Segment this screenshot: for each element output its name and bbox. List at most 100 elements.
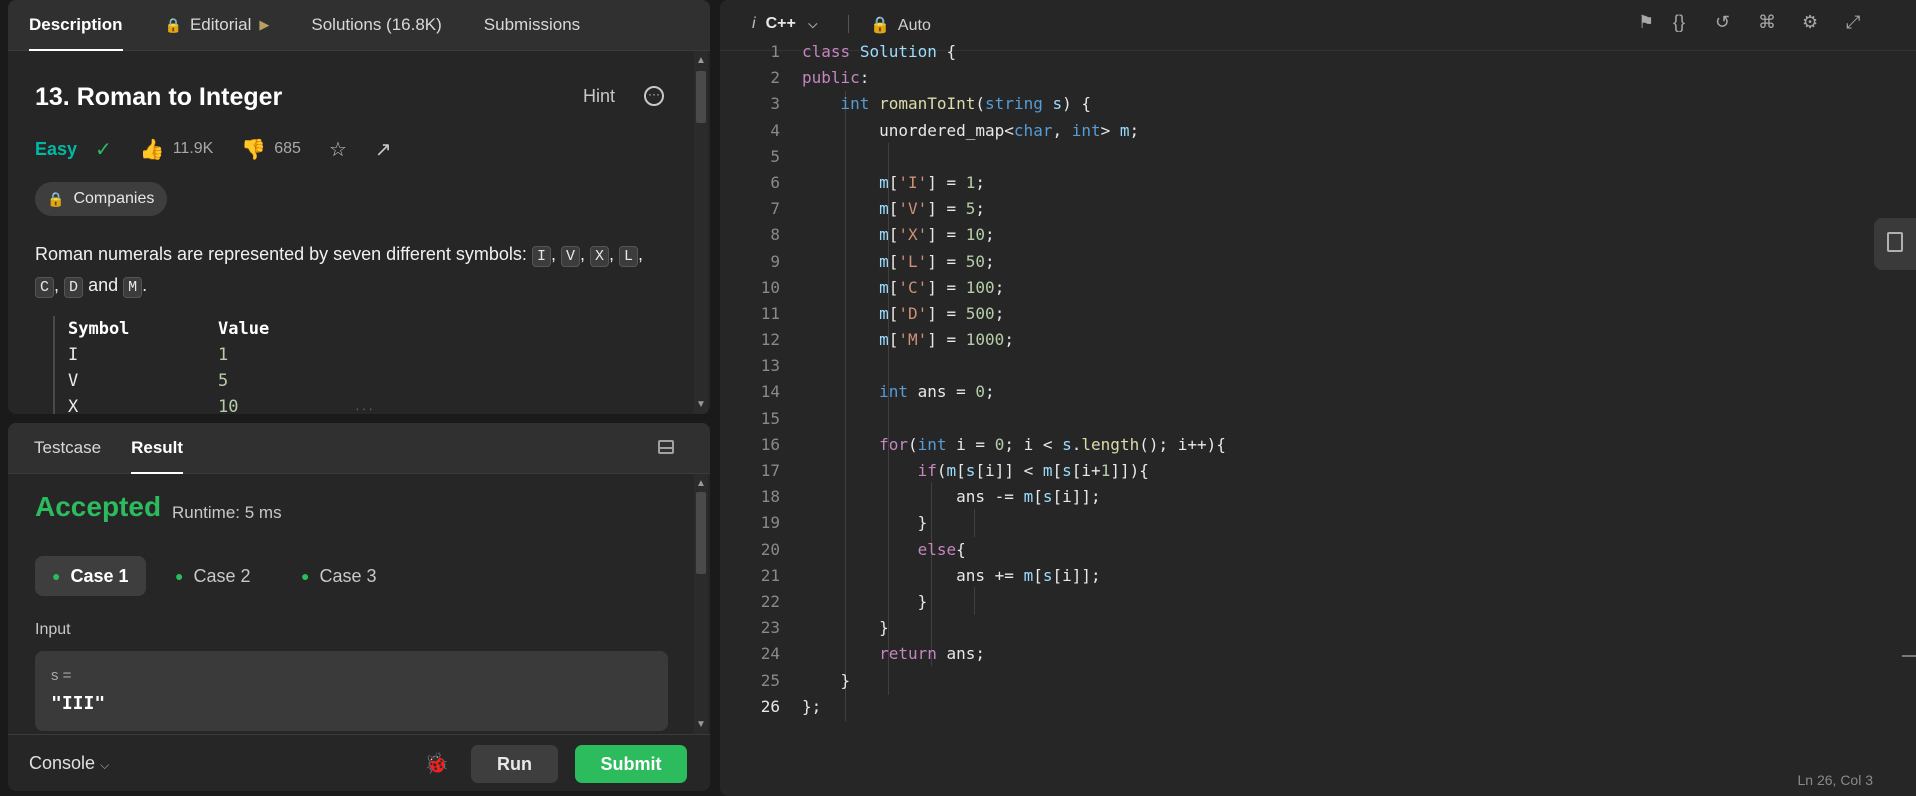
scroll-thumb[interactable] bbox=[696, 492, 706, 574]
table-cell: I bbox=[68, 345, 79, 365]
tab-testcase[interactable]: Testcase bbox=[34, 423, 101, 474]
code-text: class Solution { bbox=[802, 42, 957, 61]
tab-solutions[interactable]: Solutions (16.8K) bbox=[311, 0, 441, 51]
input-value: "III" bbox=[51, 693, 106, 714]
code-area[interactable]: 1 class Solution { 2 public: 3 int romanToIn… bbox=[720, 39, 1895, 721]
description-scrollbar[interactable]: ▲ ▼ bbox=[694, 51, 708, 414]
reset-icon[interactable]: ↺ bbox=[1715, 12, 1730, 33]
tab-editorial[interactable]: 🔒 Editorial ▶ bbox=[165, 0, 270, 51]
code-line[interactable]: 1 class Solution { bbox=[720, 39, 1895, 65]
case-label: Case 2 bbox=[193, 565, 251, 586]
layout-icon[interactable] bbox=[658, 440, 674, 454]
code-text: ans -= m[s[i]]; bbox=[802, 487, 1101, 507]
code-line[interactable]: 5 bbox=[720, 144, 1895, 170]
scroll-thumb[interactable] bbox=[696, 71, 706, 123]
code-text: m['X'] = 10; bbox=[879, 225, 995, 245]
scroll-up-icon[interactable]: ▲ bbox=[694, 55, 708, 66]
code-line[interactable]: 8 m['X'] = 10; bbox=[720, 222, 1895, 248]
scroll-down-icon[interactable]: ▼ bbox=[694, 399, 708, 410]
line-number: 3 bbox=[770, 94, 780, 114]
input-variable: s = bbox=[51, 667, 72, 684]
line-number: 2 bbox=[770, 68, 780, 88]
line-number: 25 bbox=[760, 670, 780, 690]
code-line[interactable]: 24 return ans; bbox=[720, 641, 1895, 667]
line-number: 4 bbox=[770, 120, 780, 140]
code-line[interactable]: 10 m['C'] = 100; bbox=[720, 275, 1895, 301]
case-label: Case 1 bbox=[70, 565, 129, 586]
code-text: m['M'] = 1000; bbox=[879, 330, 1014, 350]
companies-button[interactable]: 🔒 Companies bbox=[35, 182, 168, 216]
input-box: s = "III" bbox=[35, 651, 668, 731]
tab-description[interactable]: Description bbox=[29, 0, 123, 51]
line-number: 20 bbox=[760, 539, 780, 559]
code-line[interactable]: 19 } bbox=[720, 510, 1895, 536]
table-header-cell: Value bbox=[218, 319, 270, 339]
cursor-position: Ln 26, Col 3 bbox=[1797, 772, 1874, 788]
code-line[interactable]: 6 m['I'] = 1; bbox=[720, 170, 1895, 196]
toolbar-divider bbox=[848, 15, 849, 33]
thumbs-up-icon[interactable]: 👍 bbox=[140, 137, 165, 162]
result-scrollbar[interactable]: ▲ ▼ bbox=[694, 474, 708, 734]
code-text: public: bbox=[802, 68, 870, 88]
case-tab-1[interactable]: ● Case 1 bbox=[35, 556, 146, 596]
submit-button[interactable]: Submit bbox=[575, 745, 687, 783]
code-line[interactable]: 26}; bbox=[720, 694, 1895, 720]
shortcuts-icon[interactable]: ⌘ bbox=[1758, 12, 1776, 33]
problem-title: 13. Roman to Integer bbox=[35, 83, 283, 111]
hint-button[interactable]: Hint bbox=[583, 86, 615, 107]
code-line[interactable]: 16 for(int i = 0; i < s.length(); i++){ bbox=[720, 432, 1895, 458]
scroll-down-icon[interactable]: ▼ bbox=[694, 719, 708, 730]
code-line[interactable]: 2 public: bbox=[720, 65, 1895, 91]
settings-gear-icon[interactable]: ⚙ bbox=[1802, 12, 1818, 33]
case-tab-2[interactable]: ● Case 2 bbox=[158, 556, 268, 596]
tab-submissions[interactable]: Submissions bbox=[484, 0, 580, 51]
code-line[interactable]: 18 ans -= m[s[i]]; bbox=[720, 484, 1895, 510]
bookmark-icon[interactable]: ⚑ bbox=[1638, 12, 1654, 33]
code-line[interactable]: 4 unordered_map<char, int> m; bbox=[720, 118, 1895, 144]
autocomplete-mode[interactable]: 🔒 Auto bbox=[870, 15, 931, 35]
video-icon: ▶ bbox=[259, 17, 270, 32]
code-text: m['V'] = 5; bbox=[879, 199, 986, 219]
code-editor-panel: i C++ ⌵ 🔒 Auto ⚑ {} ↺ ⌘ ⚙ ⤢ 1 class Solutio… bbox=[720, 0, 1916, 796]
scroll-up-icon[interactable]: ▲ bbox=[694, 478, 708, 489]
code-text: else{ bbox=[917, 539, 966, 559]
code-line[interactable]: 12 m['M'] = 1000; bbox=[720, 327, 1895, 353]
language-selector[interactable]: i C++ ⌵ bbox=[752, 15, 817, 33]
code-line[interactable]: 13 bbox=[720, 353, 1895, 379]
more-options-icon[interactable]: ··· bbox=[644, 86, 664, 106]
symbol-chip: C bbox=[35, 277, 55, 298]
code-text: m['I'] = 1; bbox=[879, 172, 986, 192]
description-intro: Roman numerals are represented by seven … bbox=[35, 244, 527, 264]
tab-result[interactable]: Result bbox=[131, 423, 183, 474]
code-line[interactable]: 14 int ans = 0; bbox=[720, 379, 1895, 405]
solved-check-icon: ✓ bbox=[95, 138, 112, 161]
code-text: }; bbox=[802, 696, 822, 716]
code-line[interactable]: 15 bbox=[720, 406, 1895, 432]
code-line[interactable]: 22 } bbox=[720, 589, 1895, 615]
code-line[interactable]: 21 ans += m[s[i]]; bbox=[720, 563, 1895, 589]
resize-handle[interactable]: ··· bbox=[355, 400, 375, 414]
run-button[interactable]: Run bbox=[471, 745, 558, 783]
problem-meta: Easy ✓ 👍 11.9K 👎 685 ☆ ↗ bbox=[35, 136, 400, 162]
debug-bug-icon[interactable]: 🐞 bbox=[424, 751, 449, 776]
code-line[interactable]: 11 m['D'] = 500; bbox=[720, 301, 1895, 327]
code-line[interactable]: 17 if(m[s[i]] < m[s[i+1]]){ bbox=[720, 458, 1895, 484]
editor-scrollbar[interactable] bbox=[1902, 51, 1916, 796]
code-line[interactable]: 3 int romanToInt(string s) { bbox=[720, 91, 1895, 117]
thumbs-down-icon[interactable]: 👎 bbox=[241, 137, 266, 162]
star-icon[interactable]: ☆ bbox=[329, 137, 347, 162]
line-number: 14 bbox=[760, 382, 780, 402]
share-icon[interactable]: ↗ bbox=[375, 137, 392, 162]
code-line[interactable]: 23 } bbox=[720, 615, 1895, 641]
case-tab-3[interactable]: ● Case 3 bbox=[284, 556, 394, 596]
code-line[interactable]: 20 else{ bbox=[720, 537, 1895, 563]
problem-description: Roman numerals are represented by seven … bbox=[35, 244, 644, 298]
code-line[interactable]: 7 m['V'] = 5; bbox=[720, 196, 1895, 222]
code-line[interactable]: 25 } bbox=[720, 668, 1895, 694]
code-text: int ans = 0; bbox=[879, 382, 995, 402]
fullscreen-icon[interactable]: ⤢ bbox=[1846, 12, 1860, 33]
code-line[interactable]: 9 m['L'] = 50; bbox=[720, 249, 1895, 275]
passed-dot-icon: ● bbox=[175, 568, 184, 584]
format-braces-icon[interactable]: {} bbox=[1673, 12, 1685, 33]
console-toggle[interactable]: Console ⌵ bbox=[29, 753, 109, 774]
